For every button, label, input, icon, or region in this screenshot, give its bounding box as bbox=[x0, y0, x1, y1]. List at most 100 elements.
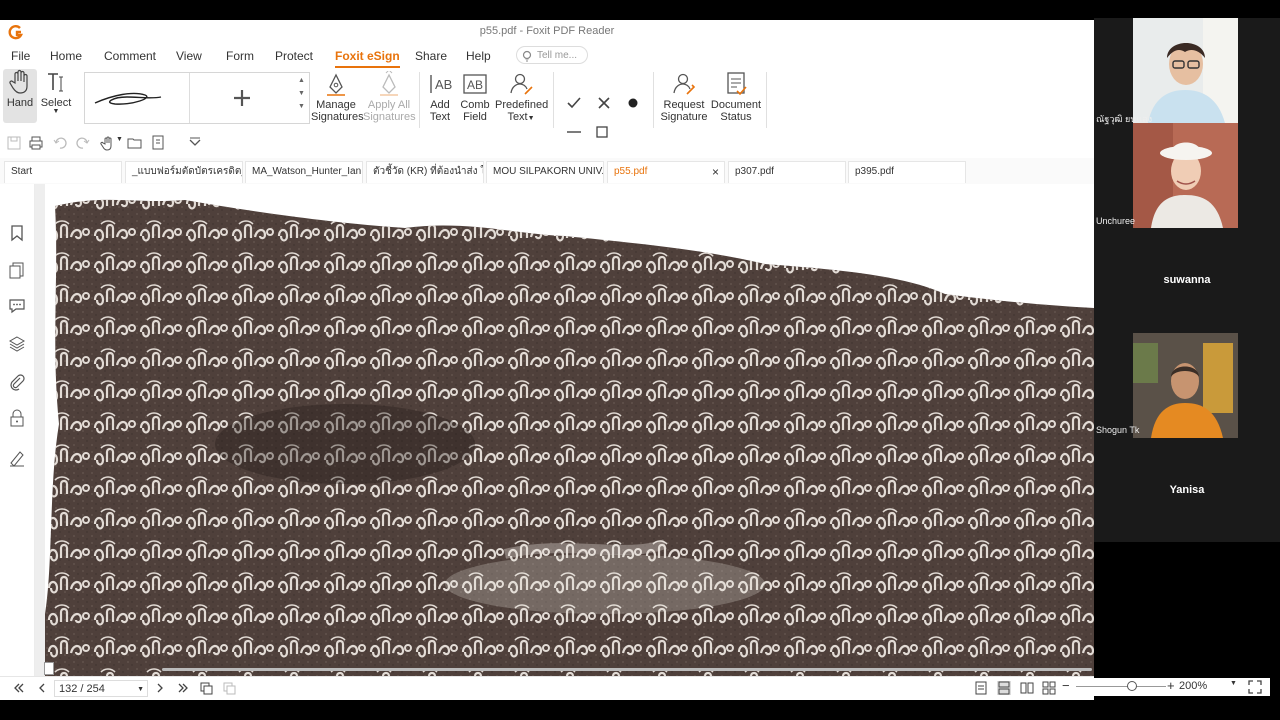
navigation-panel bbox=[0, 184, 42, 676]
ribbon-separator bbox=[419, 72, 420, 128]
participant-name-only[interactable]: Yanisa bbox=[1094, 484, 1280, 496]
document-status-icon bbox=[727, 72, 747, 96]
menu-file[interactable]: File bbox=[11, 49, 30, 63]
tab-document[interactable]: p307.pdf bbox=[728, 161, 846, 183]
zoom-slider-handle[interactable] bbox=[1127, 681, 1137, 691]
window-title: p55.pdf - Foxit PDF Reader bbox=[479, 25, 615, 37]
participant-tile[interactable]: ณัฐวุฒิ ยนแสง bbox=[1094, 18, 1280, 124]
first-page-icon[interactable] bbox=[12, 681, 26, 695]
request-signature-button[interactable]: Request Signature bbox=[660, 71, 708, 123]
document-viewport[interactable] bbox=[35, 184, 1094, 676]
document-status-button[interactable]: Document Status bbox=[710, 71, 762, 123]
add-text-label-1: Add bbox=[430, 99, 450, 111]
zoom-in-icon[interactable]: + bbox=[1167, 678, 1175, 694]
lock-icon[interactable] bbox=[8, 409, 26, 427]
dropdown-caret-icon: ▼ bbox=[527, 115, 535, 122]
comb-field-button[interactable]: AB Comb Field bbox=[459, 71, 491, 123]
zoom-out-icon[interactable]: − bbox=[1062, 678, 1070, 694]
participant-name-only[interactable]: suwanna bbox=[1094, 274, 1280, 286]
redo-icon[interactable] bbox=[75, 135, 91, 151]
request-signature-icon bbox=[673, 73, 696, 95]
zoom-level-value[interactable]: 200% bbox=[1179, 680, 1207, 692]
comments-icon[interactable] bbox=[8, 297, 26, 315]
layers-icon[interactable] bbox=[8, 335, 26, 353]
rectangle-icon[interactable] bbox=[596, 126, 608, 138]
previous-page-icon[interactable] bbox=[35, 681, 49, 695]
tab-start[interactable]: Start bbox=[4, 161, 122, 183]
facing-view-icon[interactable] bbox=[1020, 681, 1034, 695]
select-tool-button[interactable]: Select ▼ bbox=[40, 69, 72, 123]
attachment-icon[interactable] bbox=[8, 373, 26, 391]
create-pdf-icon[interactable] bbox=[150, 135, 166, 151]
participant-video bbox=[1133, 333, 1238, 438]
menu-foxit-esign[interactable]: Foxit eSign bbox=[335, 49, 400, 68]
single-page-view-icon[interactable] bbox=[974, 681, 988, 695]
horizontal-scrollbar[interactable] bbox=[44, 662, 1094, 675]
next-page-icon[interactable] bbox=[153, 681, 167, 695]
participant-tile[interactable]: Unchuree bbox=[1094, 123, 1280, 228]
menu-share[interactable]: Share bbox=[415, 49, 447, 63]
hand-small-icon[interactable] bbox=[100, 135, 116, 151]
tab-document[interactable]: ตัวชี้วัด (KR) ที่ต้องนำส่ง ใ... bbox=[366, 161, 484, 183]
bookmark-icon[interactable] bbox=[8, 224, 26, 242]
cross-mark-icon[interactable] bbox=[597, 96, 611, 110]
tab-document[interactable]: p395.pdf bbox=[848, 161, 966, 183]
add-text-button[interactable]: AB Add Text bbox=[424, 71, 456, 123]
fullscreen-icon[interactable] bbox=[1248, 680, 1262, 694]
zoom-dropdown-caret[interactable]: ▼ bbox=[1230, 680, 1237, 687]
print-icon[interactable] bbox=[28, 135, 44, 151]
tab-active-document[interactable]: p55.pdf × bbox=[607, 161, 725, 183]
apply-all-signatures-button[interactable]: Apply All Signatures bbox=[363, 71, 416, 123]
menu-protect[interactable]: Protect bbox=[275, 49, 313, 63]
tab-document[interactable]: MOU SILPAKORN UNIV... bbox=[486, 161, 604, 183]
previous-view-icon[interactable] bbox=[199, 681, 213, 695]
status-bar: 132 / 254 ▼ bbox=[0, 676, 1094, 700]
tell-me-search[interactable]: Tell me... bbox=[516, 46, 588, 64]
close-tab-icon[interactable]: × bbox=[712, 162, 719, 182]
person-avatar-image bbox=[1133, 333, 1238, 438]
comb-field-label-2: Field bbox=[463, 111, 487, 123]
menu-form[interactable]: Form bbox=[226, 49, 254, 63]
checkmark-icon[interactable] bbox=[566, 96, 582, 110]
manage-signatures-button[interactable]: Manage Signatures bbox=[311, 71, 364, 123]
comb-field-icon: AB bbox=[463, 74, 487, 94]
customize-toolbar-icon[interactable] bbox=[187, 135, 203, 151]
signature-gallery bbox=[84, 72, 310, 124]
svg-text:AB: AB bbox=[435, 77, 452, 92]
menu-comment[interactable]: Comment bbox=[104, 49, 156, 63]
add-text-label-2: Text bbox=[429, 111, 451, 123]
hand-dropdown-caret[interactable]: ▼ bbox=[116, 136, 123, 143]
dot-icon[interactable] bbox=[627, 97, 639, 109]
undo-icon[interactable] bbox=[52, 135, 68, 151]
continuous-view-icon[interactable] bbox=[997, 681, 1011, 695]
save-icon[interactable] bbox=[6, 135, 22, 151]
gallery-divider bbox=[189, 73, 190, 123]
last-page-icon[interactable] bbox=[176, 681, 190, 695]
title-bar: p55.pdf - Foxit PDF Reader bbox=[0, 20, 1094, 44]
tab-document[interactable]: _แบบฟอร์มตัดบัตรเครดิต_2... bbox=[125, 161, 243, 183]
video-call-panel: ณัฐวุฒิ ยนแสง Unchuree suwanna Shogun Tk… bbox=[1094, 18, 1280, 542]
scroll-left-handle[interactable] bbox=[44, 662, 54, 675]
zoom-slider-track[interactable] bbox=[1076, 686, 1166, 687]
page-dropdown-caret[interactable]: ▼ bbox=[137, 681, 144, 698]
add-signature-plus-icon[interactable] bbox=[232, 88, 252, 108]
signature-panel-icon[interactable] bbox=[8, 449, 26, 467]
tab-document[interactable]: MA_Watson_Hunter_Ian... bbox=[245, 161, 363, 183]
menu-help[interactable]: Help bbox=[466, 49, 491, 63]
continuous-facing-view-icon[interactable] bbox=[1042, 681, 1056, 695]
gallery-scroll[interactable]: ▲ ▼ ▼ bbox=[298, 74, 305, 113]
open-folder-icon[interactable] bbox=[127, 135, 143, 151]
page-number-field[interactable]: 132 / 254 ▼ bbox=[54, 680, 148, 697]
predefined-text-label-1: Predefined bbox=[495, 99, 549, 111]
menu-view[interactable]: View bbox=[176, 49, 202, 63]
hand-tool-button[interactable]: Hand bbox=[3, 69, 37, 123]
menu-home[interactable]: Home bbox=[50, 49, 82, 63]
pages-thumbnail-icon[interactable] bbox=[8, 261, 26, 279]
signature-sample[interactable] bbox=[93, 85, 163, 109]
participant-tile[interactable]: Shogun Tk bbox=[1094, 333, 1280, 438]
scrollbar-thumb[interactable] bbox=[162, 668, 1092, 671]
line-icon[interactable] bbox=[566, 126, 582, 138]
predefined-text-button[interactable]: Predefined Text▼ bbox=[495, 71, 549, 123]
next-view-icon[interactable] bbox=[222, 681, 236, 695]
apply-all-label-1: Apply All bbox=[367, 99, 411, 111]
